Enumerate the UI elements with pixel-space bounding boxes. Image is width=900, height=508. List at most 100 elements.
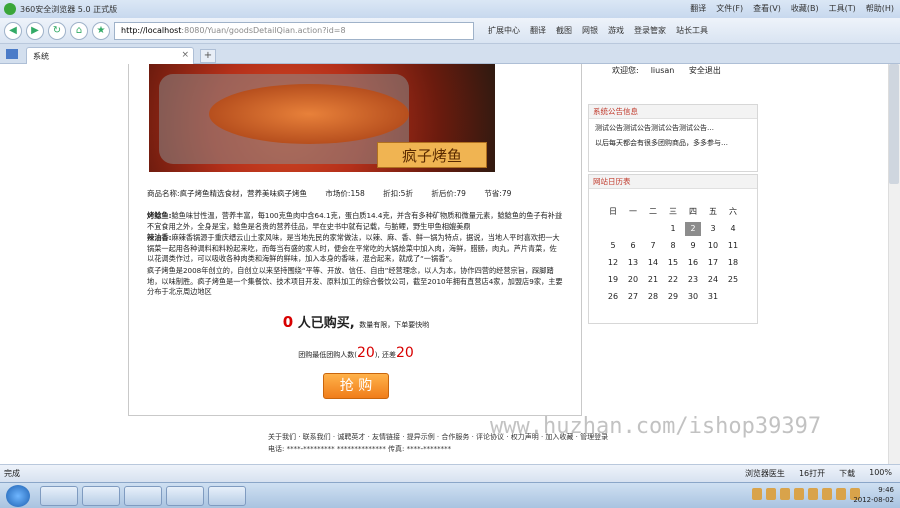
toolbar-extensions: 扩展中心 翻译 截图 网银 游戏 登录管家 站长工具 bbox=[488, 25, 708, 36]
tool-login-manager[interactable]: 登录管家 bbox=[634, 25, 666, 36]
menu-tools[interactable]: 工具(T) bbox=[829, 3, 856, 14]
calendar-day[interactable]: 7 bbox=[643, 237, 663, 254]
calendar-day[interactable]: 26 bbox=[603, 288, 623, 305]
calendar-day[interactable]: 15 bbox=[663, 254, 683, 271]
tool-games[interactable]: 游戏 bbox=[608, 25, 624, 36]
calendar-day[interactable]: 5 bbox=[603, 237, 623, 254]
calendar-day[interactable]: 10 bbox=[703, 237, 723, 254]
calendar-day[interactable]: 4 bbox=[723, 220, 743, 237]
calendar-day[interactable]: 11 bbox=[723, 237, 743, 254]
calendar-day[interactable]: 6 bbox=[623, 237, 643, 254]
address-bar[interactable]: http://localhost :8080/Yuan/goodsDetailQ… bbox=[114, 21, 474, 40]
refresh-icon[interactable]: ↻ bbox=[48, 21, 66, 40]
star-icon[interactable]: ★ bbox=[92, 21, 110, 40]
tray-icon[interactable] bbox=[794, 488, 804, 500]
menu-file[interactable]: 文件(F) bbox=[716, 3, 743, 14]
calendar-day[interactable]: 1 bbox=[663, 220, 683, 237]
back-icon[interactable]: ◀ bbox=[4, 21, 22, 40]
taskbar-clock[interactable]: 9:46 2012-08-02 bbox=[853, 485, 894, 505]
calendar-day[interactable]: 25 bbox=[723, 271, 743, 288]
tab-system[interactable]: 系统 × bbox=[26, 47, 194, 64]
calendar-day[interactable]: 28 bbox=[643, 288, 663, 305]
window-title: 360安全浏览器 5.0 正式版 bbox=[20, 4, 118, 14]
calendar-day[interactable]: 27 bbox=[623, 288, 643, 305]
logout-link[interactable]: 安全退出 bbox=[689, 66, 721, 75]
bought-note: 数量有限，下单要快哟 bbox=[359, 321, 430, 329]
needed-left: 20 bbox=[395, 345, 414, 361]
tray-icon[interactable] bbox=[780, 488, 790, 500]
calendar-today[interactable]: 2 bbox=[685, 221, 701, 236]
tab-close-icon[interactable]: × bbox=[181, 50, 189, 60]
tray-icon[interactable] bbox=[752, 488, 762, 500]
desc-heading-1: 烤鲶鱼: bbox=[147, 211, 172, 220]
notice-item[interactable]: 以后每天都会有很多团购商品，多多参与… bbox=[595, 138, 751, 148]
tool-extensions[interactable]: 扩展中心 bbox=[488, 25, 520, 36]
tool-bank[interactable]: 网银 bbox=[582, 25, 598, 36]
forward-icon[interactable]: ▶ bbox=[26, 21, 44, 40]
new-tab-button[interactable]: + bbox=[200, 49, 216, 63]
start-button-icon[interactable] bbox=[6, 485, 30, 507]
calendar-day[interactable]: 24 bbox=[703, 271, 723, 288]
tab-bar: 系统 × + bbox=[0, 44, 900, 64]
calendar-day[interactable]: 31 bbox=[703, 288, 723, 305]
tray-icon[interactable] bbox=[822, 488, 832, 500]
product-detail-panel: 疯子烤鱼 商品名称:疯子烤鱼精选食材，营养美味疯子烤鱼 市场价:158 折扣:5… bbox=[128, 64, 582, 416]
menu-view[interactable]: 查看(V) bbox=[753, 3, 781, 14]
calendar-day[interactable]: 16 bbox=[683, 254, 703, 271]
taskbar-ie[interactable] bbox=[82, 486, 120, 506]
calendar-day[interactable]: 23 bbox=[683, 271, 703, 288]
calendar-day[interactable]: 18 bbox=[723, 254, 743, 271]
calendar-day[interactable]: 30 bbox=[683, 288, 703, 305]
clock-date: 2012-08-02 bbox=[853, 496, 894, 504]
calendar-day[interactable]: 9 bbox=[683, 237, 703, 254]
notice-panel: 系统公告信息 测试公告测试公告测试公告测试公告… 以后每天都会有很多团购商品，多… bbox=[588, 104, 758, 172]
calendar-day[interactable]: 19 bbox=[603, 271, 623, 288]
calendar-day[interactable]: 12 bbox=[603, 254, 623, 271]
weekday: 四 bbox=[689, 207, 697, 216]
calendar-day bbox=[603, 220, 623, 237]
clock-time: 9:46 bbox=[878, 486, 894, 494]
calendar-day[interactable]: 2 bbox=[683, 220, 703, 237]
status-doctor[interactable]: 浏览器医生 bbox=[745, 468, 785, 479]
taskbar-chrome[interactable] bbox=[208, 486, 246, 506]
sidebar-toggle-icon[interactable] bbox=[6, 49, 18, 59]
scrollbar-thumb[interactable] bbox=[889, 64, 899, 184]
taskbar-browser-360[interactable] bbox=[40, 486, 78, 506]
calendar-day[interactable]: 13 bbox=[623, 254, 643, 271]
tray-icon[interactable] bbox=[808, 488, 818, 500]
home-icon[interactable]: ⌂ bbox=[70, 21, 88, 40]
taskbar-media[interactable] bbox=[166, 486, 204, 506]
calendar-panel: 网站日历表 日 一 二 三 四 五 六 1 2 3 4 5 6 7 8 9 10 11 12 13 14 1… bbox=[588, 174, 758, 324]
calendar-day[interactable]: 17 bbox=[703, 254, 723, 271]
calendar-day[interactable]: 8 bbox=[663, 237, 683, 254]
tool-translate[interactable]: 翻译 bbox=[530, 25, 546, 36]
menu-help[interactable]: 帮助(H) bbox=[866, 3, 894, 14]
calendar-day[interactable]: 22 bbox=[663, 271, 683, 288]
tool-webmaster[interactable]: 站长工具 bbox=[676, 25, 708, 36]
calendar-day[interactable]: 3 bbox=[703, 220, 723, 237]
user-name: liusan bbox=[650, 66, 675, 75]
menu-favorites[interactable]: 收藏(B) bbox=[791, 3, 819, 14]
calendar-day[interactable]: 29 bbox=[663, 288, 683, 305]
fish-shape bbox=[209, 84, 409, 144]
status-text: 完成 bbox=[4, 469, 20, 478]
tray-icon[interactable] bbox=[836, 488, 846, 500]
notice-title: 系统公告信息 bbox=[589, 105, 757, 119]
menu-translate[interactable]: 翻译 bbox=[690, 3, 706, 14]
bought-number: 0 bbox=[282, 313, 294, 331]
calendar-day[interactable]: 20 bbox=[623, 271, 643, 288]
bought-count: 0 人已购买, 数量有限，下单要快哟 bbox=[129, 312, 583, 331]
tray-icon[interactable] bbox=[766, 488, 776, 500]
taskbar-app[interactable] bbox=[124, 486, 162, 506]
page-scrollbar[interactable] bbox=[888, 64, 900, 464]
notice-item[interactable]: 测试公告测试公告测试公告测试公告… bbox=[595, 123, 751, 133]
status-open[interactable]: 16打开 bbox=[799, 468, 825, 479]
calendar-day[interactable]: 21 bbox=[643, 271, 663, 288]
calendar-day bbox=[623, 220, 643, 237]
tool-screenshot[interactable]: 截图 bbox=[556, 25, 572, 36]
status-download[interactable]: 下载 bbox=[839, 468, 855, 479]
buy-now-button[interactable]: 抢 购 bbox=[323, 373, 389, 399]
needed-prefix: 团购最低团购人数( bbox=[298, 351, 357, 359]
calendar-day[interactable]: 14 bbox=[643, 254, 663, 271]
status-zoom[interactable]: 100% bbox=[869, 468, 892, 479]
